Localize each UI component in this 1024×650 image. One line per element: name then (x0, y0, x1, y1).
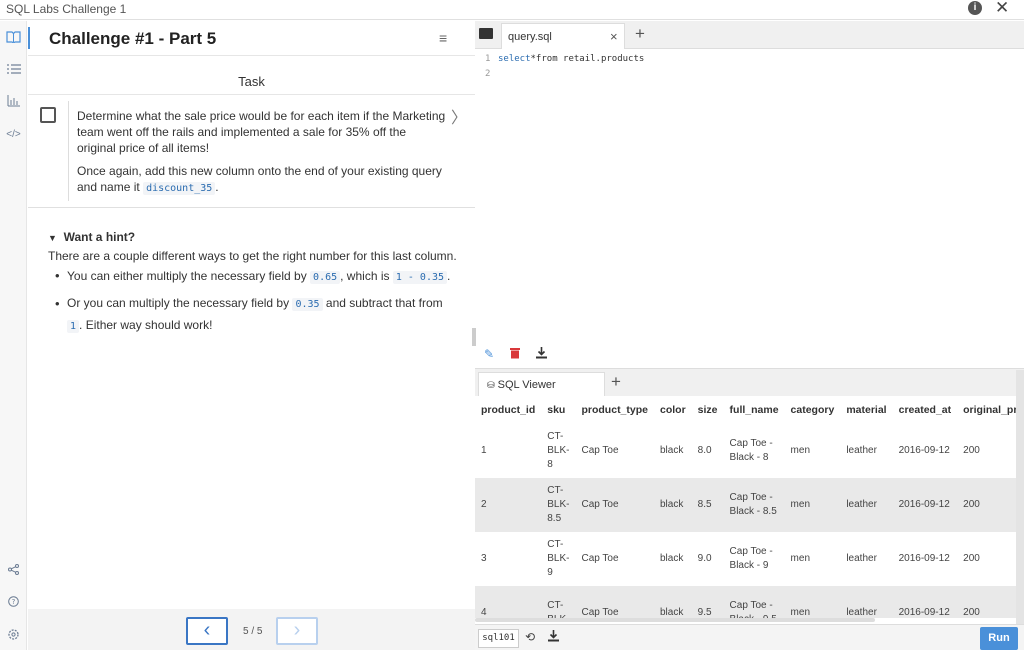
table-row: 4 CT-BLK- Cap Toe black 9.5 Cap Toe - Bl… (475, 586, 1016, 618)
database-icon: ⛁ (487, 380, 495, 390)
list-icon[interactable] (5, 63, 22, 77)
add-tab-button[interactable]: + (611, 372, 621, 392)
settings-icon[interactable] (5, 629, 22, 643)
table-row: 1 CT-BLK-8 Cap Toe black 8.0 Cap Toe - B… (481, 431, 980, 470)
table-row: 2 CT-BLK-8.5 Cap Toe black 8.5 Cap Toe -… (475, 478, 1016, 532)
left-footer: ‹ 5 / 5 › (28, 609, 475, 650)
hint-list: You can either multiply the necessary fi… (48, 267, 458, 337)
page-title: Challenge #1 - Part 5 (49, 29, 217, 48)
chevron-right-icon[interactable]: 〉 (451, 104, 467, 128)
header-accent (28, 27, 30, 49)
close-icon[interactable]: ✕ (995, 0, 1009, 18)
window-title: SQL Labs Challenge 1 (6, 2, 127, 16)
prev-button[interactable]: ‹ (186, 617, 228, 645)
download-icon[interactable] (536, 347, 547, 362)
tab-label: SQL Viewer (497, 379, 556, 391)
book-icon[interactable] (5, 31, 22, 45)
left-rail: </> ? (0, 21, 27, 650)
tab-sql-viewer[interactable]: ⛁ SQL Viewer (478, 372, 605, 397)
tab-label: query.sql (508, 31, 552, 43)
triangle-down-icon: ▼ (48, 233, 57, 243)
results-table: product_id sku product_type color size f… (475, 396, 1016, 618)
download-icon[interactable] (548, 630, 559, 645)
challenge-header: Challenge #1 - Part 5 ≡ (28, 21, 475, 56)
task-divider (68, 101, 69, 201)
close-tab-icon[interactable]: × (610, 29, 618, 44)
editor-toolbar: ✎ (475, 344, 1024, 366)
column-header: size (697, 404, 718, 416)
vertical-scrollbar[interactable] (1016, 370, 1024, 624)
horizontal-scrollbar[interactable] (475, 618, 875, 622)
task-description: Determine what the sale price would be f… (77, 109, 446, 155)
task-box: 〉 Determine what the sale price would be… (28, 94, 475, 208)
table-row: 3 CT-BLK-9 Cap Toe black 9.0 Cap Toe - B… (481, 539, 980, 578)
column-header: original_price (963, 404, 1016, 416)
task-checkbox[interactable] (40, 107, 56, 123)
line-number: 2 (485, 69, 491, 79)
column-header: product_type (581, 404, 648, 416)
editor-tab-bar: query.sql × + (475, 21, 1024, 49)
code-editor[interactable]: 1 select*from retail.products 2 (475, 50, 1024, 342)
help-icon[interactable]: ? (5, 596, 22, 610)
code-icon[interactable]: </> (5, 128, 22, 142)
folder-icon[interactable] (479, 28, 493, 39)
hamburger-icon[interactable]: ≡ (439, 30, 447, 46)
column-header: full_name (729, 404, 779, 416)
run-button[interactable]: Run (980, 627, 1018, 650)
next-button[interactable]: › (276, 617, 318, 645)
column-header: material (846, 404, 887, 416)
history-icon[interactable]: ⟲ (525, 630, 535, 644)
column-header: created_at (898, 404, 952, 416)
session-badge[interactable]: sql101 (478, 629, 519, 648)
page-indicator: 5 / 5 (243, 626, 263, 637)
task-label: Task (238, 74, 265, 89)
add-tab-button[interactable]: + (635, 24, 645, 44)
hint-section: ▼ Want a hint? There are a couple differ… (48, 228, 458, 337)
list-item: Or you can multiply the necessary field … (48, 293, 458, 337)
title-bar: SQL Labs Challenge 1 i ✕ (0, 0, 1024, 20)
line-number: 1 (485, 54, 491, 64)
column-header: color (660, 404, 686, 416)
column-header: category (790, 404, 835, 416)
table-header-row: product_id sku product_type color size f… (475, 396, 1016, 424)
results-table-container[interactable]: product_id sku product_type color size f… (475, 396, 1016, 618)
hint-toggle[interactable]: ▼ Want a hint? (48, 228, 458, 247)
code-line: select*from retail.products (498, 54, 645, 64)
tab-query-sql[interactable]: query.sql × (501, 23, 625, 49)
share-icon[interactable] (5, 564, 22, 578)
trash-icon[interactable] (510, 347, 520, 362)
inline-code: discount_35 (143, 182, 216, 195)
results-tab-bar: ⛁ SQL Viewer + (475, 368, 1024, 397)
svg-text:?: ? (12, 598, 16, 606)
hint-intro: There are a couple different ways to get… (48, 249, 457, 263)
info-icon[interactable]: i (968, 1, 982, 15)
pencil-icon[interactable]: ✎ (484, 347, 494, 361)
chart-icon[interactable] (5, 95, 22, 109)
list-item: You can either multiply the necessary fi… (48, 267, 458, 287)
column-header: sku (547, 404, 566, 416)
hint-title: Want a hint? (63, 230, 136, 244)
editor-footer: sql101 ⟲ Run (475, 624, 1024, 650)
task-instruction: Once again, add this new column onto the… (77, 164, 442, 195)
column-header: product_id (481, 404, 536, 416)
